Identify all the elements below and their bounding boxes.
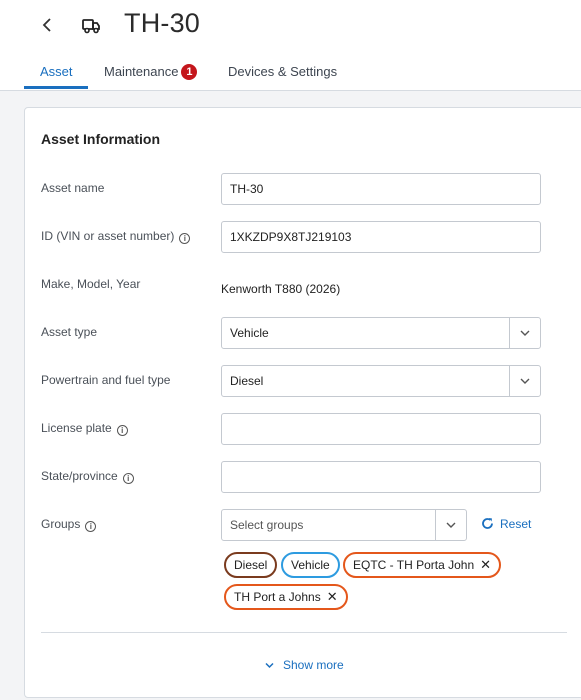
group-chip-th-port-a-johns: TH Port a Johns ✕	[224, 584, 348, 610]
chevron-down-icon[interactable]	[509, 318, 540, 348]
groups-select[interactable]: Select groups	[221, 509, 467, 541]
asset-type-select[interactable]: Vehicle	[221, 317, 541, 349]
tab-maintenance[interactable]: Maintenance 1	[104, 64, 198, 80]
chevron-down-icon[interactable]	[509, 366, 540, 396]
tab-maintenance-label: Maintenance	[104, 64, 179, 79]
powertrain-select[interactable]: Diesel	[221, 365, 541, 397]
info-icon[interactable]: i	[116, 425, 128, 436]
id-label: ID (VIN or asset number) i	[41, 229, 191, 244]
tab-asset[interactable]: Asset	[40, 64, 73, 79]
reset-button[interactable]: Reset	[481, 517, 531, 531]
state-province-label-text: State/province	[41, 469, 118, 483]
powertrain-value: Diesel	[230, 374, 264, 388]
divider	[41, 632, 567, 633]
show-more-label: Show more	[283, 658, 344, 672]
id-input[interactable]: 1XKZDP9X8TJ219103	[221, 221, 541, 253]
license-plate-label: License plate i	[41, 421, 128, 436]
group-chip-vehicle: Vehicle	[281, 552, 340, 578]
license-plate-label-text: License plate	[41, 421, 112, 435]
asset-type-value: Vehicle	[230, 326, 269, 340]
chip-label: Vehicle	[291, 558, 330, 572]
powertrain-label: Powertrain and fuel type	[41, 373, 171, 387]
id-label-text: ID (VIN or asset number)	[41, 229, 175, 243]
chip-label: Diesel	[234, 558, 268, 572]
info-icon[interactable]: i	[122, 473, 134, 484]
make-model-year-label: Make, Model, Year	[41, 277, 141, 291]
chevron-down-icon	[265, 662, 274, 669]
tab-devices-settings[interactable]: Devices & Settings	[228, 64, 337, 79]
chevron-left-icon[interactable]	[40, 14, 58, 36]
chip-label: EQTC - TH Porta John	[353, 558, 475, 572]
chevron-down-icon[interactable]	[435, 510, 466, 540]
groups-label-text: Groups	[41, 517, 81, 531]
state-province-label: State/province i	[41, 469, 134, 484]
info-icon[interactable]: i	[85, 521, 97, 532]
asset-name-label: Asset name	[41, 181, 105, 195]
active-tab-indicator	[24, 86, 88, 89]
show-more-button[interactable]: Show more	[265, 658, 344, 672]
groups-label: Groups i	[41, 517, 97, 532]
truck-icon	[80, 14, 102, 36]
asset-type-label: Asset type	[41, 325, 98, 339]
asset-information-card: Asset Information Asset name TH-30 ID (V…	[24, 107, 581, 698]
info-icon[interactable]: i	[179, 233, 191, 244]
page-header: TH-30 Asset Maintenance 1 Devices & Setti…	[0, 0, 581, 91]
remove-chip-icon[interactable]: ✕	[327, 586, 338, 608]
group-chip-eqtc-th-porta-john: EQTC - TH Porta John ✕	[343, 552, 502, 578]
refresh-icon	[482, 518, 493, 529]
groups-placeholder: Select groups	[230, 518, 304, 532]
page-title: TH-30	[124, 8, 201, 38]
card-title: Asset Information	[41, 131, 161, 147]
maintenance-count-badge: 1	[181, 64, 198, 80]
make-model-year-value: Kenworth T880 (2026)	[221, 282, 341, 296]
reset-label: Reset	[500, 517, 532, 531]
group-chip-diesel: Diesel	[224, 552, 278, 578]
remove-chip-icon[interactable]: ✕	[480, 554, 491, 576]
state-province-input[interactable]	[221, 461, 541, 493]
chip-label: TH Port a Johns	[234, 590, 321, 604]
license-plate-input[interactable]	[221, 413, 541, 445]
asset-name-input[interactable]: TH-30	[221, 173, 541, 205]
